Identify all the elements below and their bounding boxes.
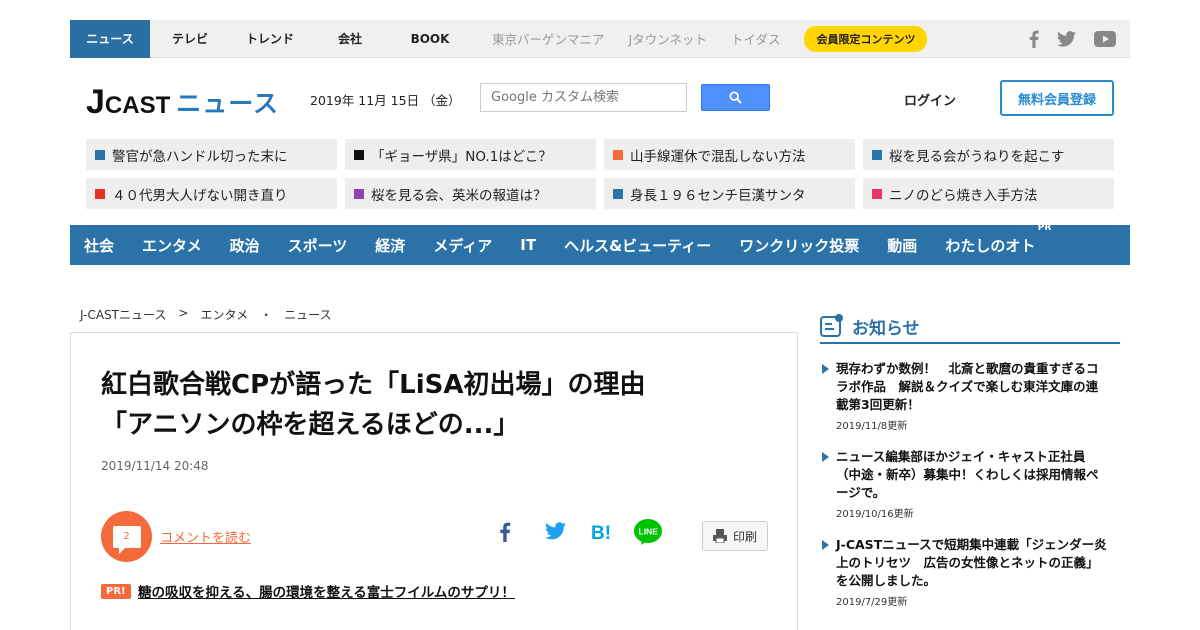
headline-tile[interactable]: 「ギョーザ県」NO.1はどこ？ [345,139,596,170]
top-bar: ニュース テレビ トレンド 会社 BOOK 東京バーゲンマニア Jタウンネット … [70,19,1130,58]
print-button[interactable]: 印刷 [702,521,768,551]
notice-heading: お知らせ [820,310,1120,344]
logo-news: ニュース [176,89,280,118]
category-nav: 社会 エンタメ 政治 スポーツ 経済 メディア IT ヘルス&ビューティー ワンクリック投票 動画… [70,223,1130,265]
search-input[interactable] [480,83,687,112]
article-title: 紅白歌合戦CPが語った「LiSA初出場」の理由 「アニソンの枠を超えるほどの..… [101,370,646,440]
notice-updated: 2019/11/8更新 [836,421,908,432]
headline-tile[interactable]: 桜を見る会、英米の報道は？ [345,178,596,209]
triangle-bullet-icon [822,452,829,462]
headline-tile[interactable]: ニノのどら焼き入手方法 [863,178,1114,209]
notice-item[interactable]: J-CASTニュースで短期集中連載「ジェンダー炎 上のトリセツ 広告の女性像とネッ… [820,536,1120,608]
headline-text: 山手線運休で混乱しない方法 [630,148,806,165]
headline-text: 桜を見る会がうねりを起こす [889,148,1065,165]
pr-badge: PR! [101,584,131,599]
top-nav-news[interactable]: ニュース [70,19,150,58]
breadcrumb-news[interactable]: ニュース [284,306,331,323]
headline-tile[interactable]: 山手線運休で混乱しない方法 [604,139,855,170]
twitter-share-icon[interactable] [545,522,566,540]
headline-text: 警官が急ハンドル切った末に [112,148,288,165]
breadcrumb-separator: > [178,306,189,320]
login-link[interactable]: ログイン [904,90,956,109]
headline-text: ニノのどら焼き入手方法 [889,187,1038,204]
breadcrumb-home[interactable]: J-CASTニュース [80,306,166,323]
headline-tile[interactable]: ４０代男大人げない開き直り [86,178,337,209]
member-content-button[interactable]: 会員限定コンテンツ [804,25,928,52]
notice-icon [820,314,843,337]
headline-bullet [613,188,623,199]
twitter-icon[interactable] [1057,31,1076,47]
category-link[interactable]: 社会 [84,235,114,256]
category-link[interactable]: 経済 [375,235,405,256]
category-link[interactable]: IT [520,236,536,254]
headline-bullet [354,188,364,199]
category-link[interactable]: 政治 [230,235,260,256]
triangle-bullet-icon [822,364,829,374]
partner-link-jtown[interactable]: Jタウンネット [617,20,719,58]
top-nav-tv[interactable]: テレビ [150,20,230,58]
top-nav-company[interactable]: 会社 [310,20,390,58]
breadcrumb-entame[interactable]: エンタメ [200,306,248,323]
page: ニュース テレビ トレンド 会社 BOOK 東京バーゲンマニア Jタウンネット … [0,0,1200,630]
printer-icon [712,529,727,543]
youtube-icon[interactable] [1094,31,1116,47]
headline-bullet [613,149,623,160]
site-logo[interactable]: JCAST ニュース [86,80,279,120]
headline-bullet [95,188,105,199]
headline-text: 「ギョーザ県」NO.1はどこ？ [371,148,552,165]
pr-marker: PR [1037,222,1052,233]
headline-bullet [872,149,882,160]
notice-text: 現存わずか数例！ 北斎と歌麿の貴重すぎるコ ラボ作品 解説＆クイズで楽しむ東洋文庫… [836,361,1099,412]
breadcrumb-separator: ・ [260,308,273,322]
headline-text: 桜を見る会、英米の報道は？ [371,187,547,204]
svg-text:B!: B! [591,523,611,542]
category-link[interactable]: メディア [433,235,492,256]
pr-ad-link[interactable]: 糖の吸収を抑える、腸の環境を整える富士フイルムのサプリ！ [138,581,515,601]
search-button[interactable] [701,84,770,111]
category-link[interactable]: わたしのオト PR [945,223,1051,256]
top-nav-book[interactable]: BOOK [390,20,470,58]
article-date: 2019/11/14 20:48 [101,459,209,473]
social-links [1029,20,1116,58]
read-comments-link[interactable]: コメントを読む [160,527,251,546]
headline-tile[interactable]: 身長１９６センチ巨漢サンタ [604,178,855,209]
partner-link-bargain[interactable]: 東京バーゲンマニア [470,20,617,58]
partner-link-toidas[interactable]: トイダス [719,20,793,58]
category-link[interactable]: 動画 [887,235,917,256]
headline-tiles: 警官が急ハンドル切った末に 「ギョーザ県」NO.1はどこ？ 山手線運休で混乱しない方… [86,139,1114,209]
headline-bullet [354,149,364,160]
logo-jcast: JCAST [86,83,171,121]
line-share-icon[interactable]: LINE [633,518,663,546]
current-date: 2019年 11月 15日 （金） [310,93,461,108]
svg-text:LINE: LINE [639,527,659,537]
notice-text: J-CASTニュースで短期集中連載「ジェンダー炎 上のトリセツ 広告の女性像とネッ… [836,537,1107,588]
category-link[interactable]: ワンクリック投票 [739,235,859,256]
headline-bullet [872,188,882,199]
breadcrumb: J-CASTニュース > エンタメ ・ ニュース [80,306,332,323]
search-icon [729,91,742,104]
headline-tile[interactable]: 警官が急ハンドル切った末に [86,139,337,170]
facebook-icon[interactable] [1029,30,1039,48]
category-link[interactable]: エンタメ [142,235,202,256]
comment-icon[interactable]: 2 [101,511,152,562]
headline-text: 身長１９６センチ巨漢サンタ [630,187,806,204]
notice-text: ニュース編集部ほかジェイ・キャスト正社員 （中途・新卒）募集中！くわしくは採用情報… [836,449,1099,500]
facebook-share-icon[interactable] [499,522,511,542]
hatena-bookmark-icon[interactable]: B! [591,522,613,542]
category-link[interactable]: ヘルス&ビューティー [564,235,711,256]
headline-bullet [95,149,105,160]
triangle-bullet-icon [822,540,829,550]
notice-item[interactable]: ニュース編集部ほかジェイ・キャスト正社員 （中途・新卒）募集中！くわしくは採用情報… [820,448,1120,520]
headline-text: ４０代男大人げない開き直り [112,187,288,204]
headline-tile[interactable]: 桜を見る会がうねりを起こす [863,139,1114,170]
register-button[interactable]: 無料会員登録 [1000,80,1114,116]
comment-count: 2 [112,525,141,554]
notice-updated: 2019/7/29更新 [836,597,908,608]
print-label: 印刷 [732,529,757,544]
notice-item[interactable]: 現存わずか数例！ 北斎と歌麿の貴重すぎるコ ラボ作品 解説＆クイズで楽しむ東洋文庫… [820,360,1120,432]
top-nav-trend[interactable]: トレンド [230,20,310,58]
article: 紅白歌合戦CPが語った「LiSA初出場」の理由 「アニソンの枠を超えるほどの..… [70,332,798,630]
notice-updated: 2019/10/16更新 [836,509,914,520]
category-link[interactable]: スポーツ [288,235,348,256]
